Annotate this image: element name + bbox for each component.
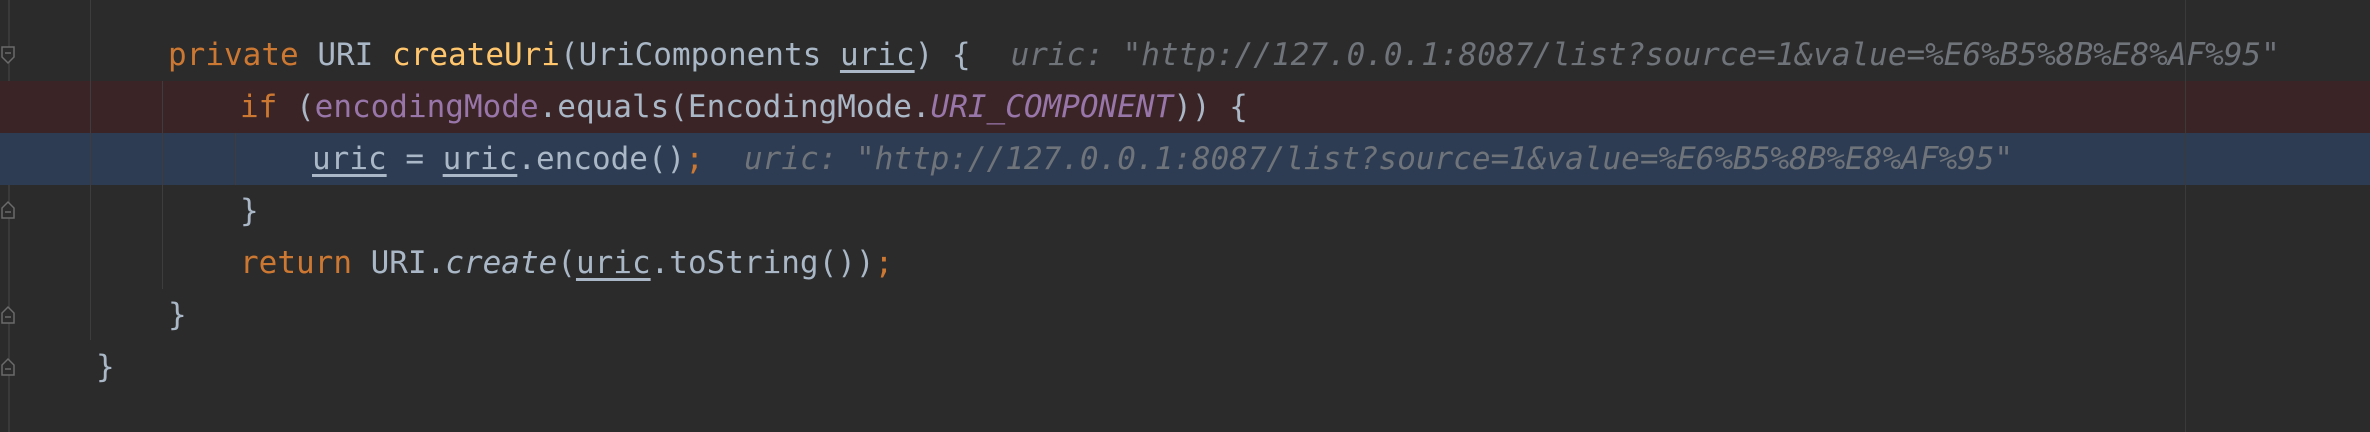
code-line[interactable]: private URI createUri(UriComponents uric… bbox=[0, 29, 2370, 81]
method-call: .toString()) bbox=[650, 245, 875, 281]
closing-brace: } bbox=[240, 193, 259, 229]
punctuation: ( bbox=[277, 89, 315, 125]
static-method: create bbox=[445, 245, 558, 281]
type-name: URI. bbox=[351, 245, 446, 281]
punctuation: ) { bbox=[914, 37, 971, 73]
type-name: UriComponents bbox=[578, 37, 822, 73]
type-name: URI bbox=[317, 37, 374, 73]
code-line[interactable]: } bbox=[0, 289, 2370, 341]
code-line[interactable]: } bbox=[0, 341, 2370, 393]
method-call: .encode() bbox=[517, 141, 686, 177]
keyword: return bbox=[240, 245, 352, 281]
punctuation: )) { bbox=[1173, 89, 1248, 125]
method-call: .equals(EncodingMode. bbox=[538, 89, 931, 125]
keyword: private bbox=[168, 37, 299, 73]
code-line[interactable]: } bbox=[0, 185, 2370, 237]
semicolon: ; bbox=[874, 245, 894, 281]
closing-brace: } bbox=[96, 349, 115, 385]
closing-brace: } bbox=[168, 297, 187, 333]
method-name: createUri bbox=[392, 37, 560, 73]
code-line-current[interactable]: uric = uric.encode(); uric: "http://127.0… bbox=[0, 133, 2370, 185]
code-line[interactable]: return URI.create(uric.toString()); bbox=[0, 237, 2370, 289]
code-line-breakpoint[interactable]: if (encodingMode.equals(EncodingMode.URI… bbox=[0, 81, 2370, 133]
punctuation: ( bbox=[559, 37, 579, 73]
code-text: return URI.create(uric.toString()); bbox=[240, 237, 893, 289]
code-text: private URI createUri(UriComponents uric… bbox=[168, 29, 2280, 81]
debug-inline-value: uric: "http://127.0.0.1:8087/list?source… bbox=[1010, 37, 2280, 73]
operator: = bbox=[386, 141, 443, 177]
semicolon: ; bbox=[685, 141, 704, 177]
right-margin-guide bbox=[2185, 0, 2186, 432]
variable: uric bbox=[312, 141, 387, 177]
code-editor[interactable]: private URI createUri(UriComponents uric… bbox=[0, 0, 2370, 432]
indent-guide bbox=[162, 81, 163, 289]
variable: uric bbox=[575, 245, 651, 281]
debug-inline-value: uric: "http://127.0.0.1:8087/list?source… bbox=[743, 141, 2014, 177]
keyword: if bbox=[240, 89, 278, 125]
indent-guide bbox=[90, 0, 91, 340]
parameter: uric bbox=[839, 37, 915, 73]
code-text: uric = uric.encode(); uric: "http://127.0… bbox=[312, 133, 2013, 185]
code-text: if (encodingMode.equals(EncodingMode.URI… bbox=[240, 81, 1248, 133]
variable: uric bbox=[442, 141, 518, 177]
punctuation: ( bbox=[557, 245, 576, 281]
indent-guide bbox=[235, 133, 236, 185]
field-name: encodingMode bbox=[314, 89, 539, 125]
constant-name: URI_COMPONENT bbox=[930, 89, 1174, 125]
